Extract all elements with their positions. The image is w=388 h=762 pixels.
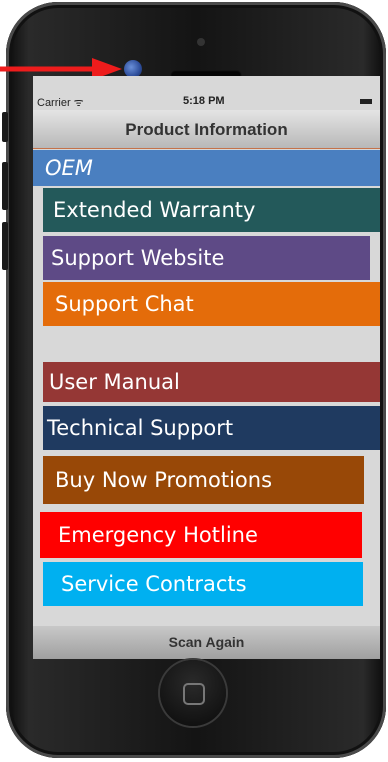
volume-down-button	[2, 222, 8, 270]
menu-item-support-website[interactable]: Support Website	[43, 236, 370, 280]
battery-icon	[360, 99, 372, 104]
menu-item-service-contracts[interactable]: Service Contracts	[43, 562, 363, 606]
menu-item-support-chat[interactable]: Support Chat	[43, 282, 380, 326]
menu-item-oem[interactable]: OEM	[33, 150, 380, 186]
menu-item-label: Technical Support	[47, 416, 234, 440]
menu-item-label: Support Chat	[55, 292, 194, 316]
scan-again-button[interactable]: Scan Again	[33, 626, 380, 659]
menu-item-label: OEM	[45, 156, 93, 180]
menu-item-label: Support Website	[51, 246, 225, 270]
nav-bar: Product Information	[33, 110, 380, 149]
menu-item-emergency-hotline[interactable]: Emergency Hotline	[40, 512, 362, 558]
menu-item-label: Buy Now Promotions	[55, 468, 273, 492]
scan-again-label: Scan Again	[168, 634, 245, 650]
menu-item-buy-now-promotions[interactable]: Buy Now Promotions	[43, 456, 364, 504]
menu-item-label: Emergency Hotline	[58, 523, 258, 547]
status-bar: Carrier ᯤ 5:18 PM	[33, 94, 380, 110]
status-time: 5:18 PM	[183, 95, 225, 107]
menu-item-user-manual[interactable]: User Manual	[43, 362, 380, 402]
volume-up-button	[2, 162, 8, 210]
home-square-icon	[183, 683, 205, 705]
home-button[interactable]	[160, 660, 226, 726]
front-sensor-dot	[197, 38, 205, 46]
menu-item-technical-support[interactable]: Technical Support	[43, 406, 380, 450]
menu-item-label: Extended Warranty	[53, 198, 256, 222]
menu-item-label: User Manual	[49, 370, 180, 394]
app-screen: Carrier ᯤ 5:18 PM Product Information OE…	[33, 76, 380, 659]
mute-switch	[2, 112, 8, 142]
carrier-label: Carrier ᯤ	[37, 97, 84, 109]
page-title: Product Information	[125, 120, 288, 139]
menu-item-extended-warranty[interactable]: Extended Warranty	[43, 188, 380, 232]
menu-item-label: Service Contracts	[61, 572, 247, 596]
